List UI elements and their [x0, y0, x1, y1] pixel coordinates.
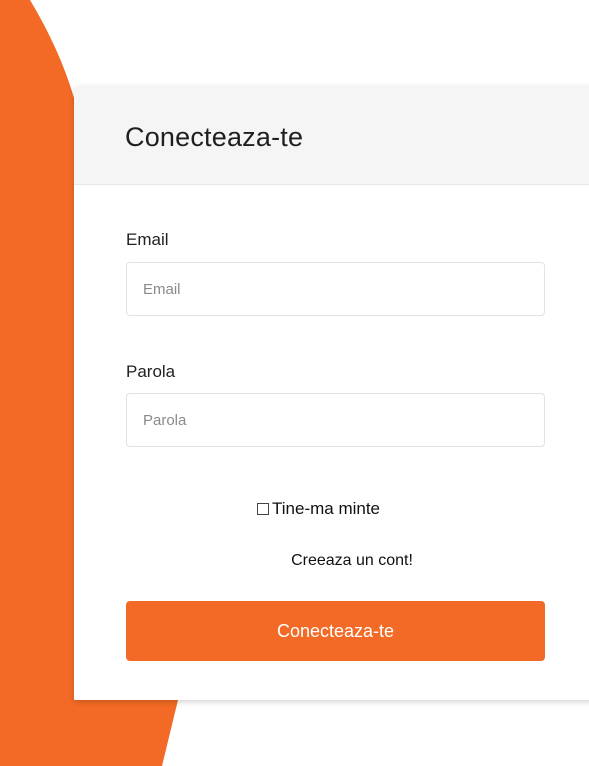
email-field[interactable] [126, 262, 545, 316]
email-label: Email [126, 230, 169, 249]
page-title: Conecteaza-te [125, 122, 304, 152]
remember-me-label: Tine-ma minte [272, 499, 381, 518]
login-button[interactable]: Conecteaza-te [126, 601, 545, 661]
card-header: Conecteaza-te [74, 86, 589, 185]
checkbox-icon[interactable] [257, 503, 269, 515]
password-field[interactable] [126, 393, 545, 447]
password-label: Parola [126, 362, 176, 381]
login-card: Conecteaza-te Email Parola Tine-ma minte… [74, 86, 589, 700]
remember-me-checkbox[interactable]: Tine-ma minte [257, 499, 380, 519]
create-account-link[interactable]: Creeaza un cont! [74, 552, 589, 570]
create-account-label: Creeaza un cont! [291, 552, 413, 569]
